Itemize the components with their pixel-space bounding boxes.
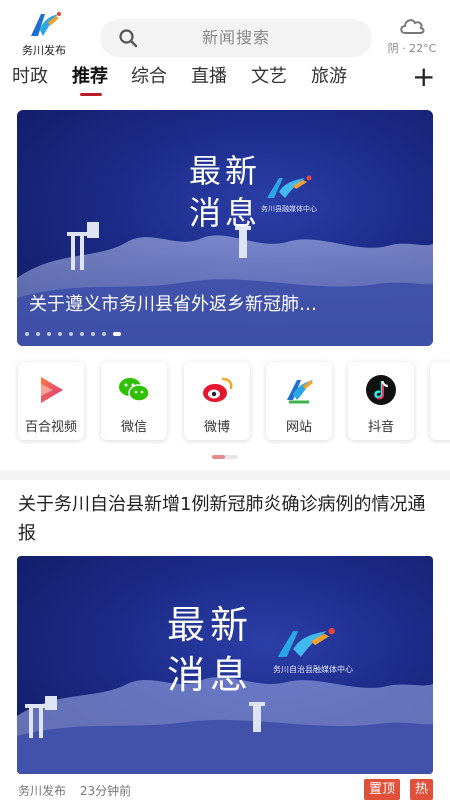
article-image-headline-2: 消息 [167, 653, 254, 697]
shortcut-wechat[interactable]: 微信 [101, 362, 167, 440]
shortcut-row: 百合视频 微信 微博 网站 抖音 [0, 362, 450, 444]
banner-carousel[interactable]: 最新 消息 务川县融媒体中心 关于遵义市务川县省外返乡新冠肺… [17, 110, 433, 346]
tab-zhibo[interactable]: 直播 [191, 62, 227, 96]
cloud-icon [400, 19, 425, 34]
tab-tuijian[interactable]: 推荐 [72, 62, 108, 96]
website-icon [287, 380, 313, 404]
banner-headline-2: 消息 [189, 194, 262, 232]
carousel-dot [36, 332, 40, 336]
logo-icon [31, 12, 61, 36]
douyin-icon [366, 375, 396, 405]
hot-badge: 热 [410, 779, 434, 800]
weather-text: 阴 · 22°C [387, 42, 437, 55]
scroll-thumb [212, 455, 225, 459]
wechat-icon [119, 378, 150, 402]
weibo-icon [203, 377, 233, 402]
carousel-dot [80, 332, 84, 336]
channel-tabs: 时政 推荐 综合 直播 文艺 旅游 + [0, 60, 450, 100]
baihe-video-icon [41, 377, 63, 403]
add-channel-icon[interactable]: + [412, 60, 435, 94]
article-image[interactable]: 最新 消息 务川自治县融媒体中心 [17, 556, 433, 774]
carousel-dot [69, 332, 73, 336]
media-center-logo-icon [277, 627, 335, 657]
shortcut-baihe-video[interactable]: 百合视频 [18, 362, 84, 440]
article-time: 23分钟前 [79, 784, 132, 798]
app-logo[interactable]: 务川发布 [14, 10, 74, 58]
banner-org-label: 务川县融媒体中心 [261, 205, 317, 213]
search-bar[interactable]: 新闻搜索 [100, 19, 372, 57]
shortcut-label: 网站 [285, 420, 312, 435]
banner-title[interactable]: 关于遵义市务川县省外返乡新冠肺… [29, 290, 421, 316]
tab-zonghe[interactable]: 综合 [131, 62, 167, 96]
carousel-dot [25, 332, 29, 336]
search-placeholder: 新闻搜索 [201, 28, 270, 47]
carousel-dot-active [113, 332, 121, 336]
carousel-dot [91, 332, 95, 336]
shortcut-label: 微信 [120, 420, 147, 435]
tab-wenyi[interactable]: 文艺 [251, 62, 287, 96]
tab-shizheng[interactable]: 时政 [12, 62, 48, 96]
article-image-headline-1: 最新 [167, 603, 254, 647]
article-image-org-label: 务川自治县融媒体中心 [273, 665, 353, 674]
shortcut-weibo[interactable]: 微博 [184, 362, 250, 440]
section-divider [0, 470, 450, 480]
shortcut-scroll-indicator [212, 455, 238, 459]
shortcut-website[interactable]: 网站 [266, 362, 332, 440]
carousel-dot [58, 332, 62, 336]
banner-headline-1: 最新 [189, 152, 262, 190]
top-header: 务川发布 新闻搜索 阴 · 22°C [0, 0, 450, 62]
media-center-logo-icon [267, 175, 312, 198]
logo-text: 务川发布 [22, 44, 66, 57]
weather-widget[interactable]: 阴 · 22°C [384, 14, 440, 60]
active-tab-indicator [80, 93, 102, 96]
shortcut-label: 百合视频 [24, 420, 77, 435]
shortcut-label: 抖音 [367, 420, 394, 435]
article-title[interactable]: 关于务川自治县新增1例新冠肺炎确诊病例的情况通报 [18, 490, 434, 548]
article-meta: 务川发布 23分钟前 [18, 782, 141, 799]
tab-lvyou[interactable]: 旅游 [311, 62, 347, 96]
shortcut-douyin[interactable]: 抖音 [348, 362, 414, 440]
carousel-dot [47, 332, 51, 336]
article-source: 务川发布 [18, 784, 67, 798]
pinned-badge: 置顶 [364, 779, 401, 800]
shortcut-partial[interactable] [430, 362, 450, 440]
carousel-dot [102, 332, 106, 336]
shortcut-label: 微博 [203, 420, 230, 435]
